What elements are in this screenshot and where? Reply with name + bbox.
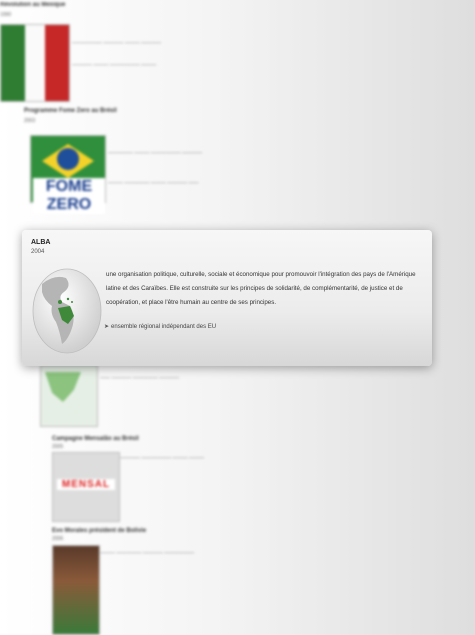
globe-icon (32, 268, 102, 354)
bg-entry-year: 2006 (52, 536, 64, 542)
mensal-banner-text: MENSAL (57, 479, 115, 490)
mexico-flag-thumbnail[interactable] (0, 24, 70, 102)
bg-entry-heading: Campagne Mensalão au Brésil (52, 436, 139, 442)
bg-text-lines: ———— ——— —————— ——— (72, 62, 157, 68)
bg-text-lines: ——— ————— ——— ———— —— (108, 180, 199, 186)
morales-photo-thumbnail[interactable] (52, 545, 100, 635)
bg-text-lines: ———— —————— ——— ——— (120, 455, 205, 461)
bg-text-lines: —— ———— ————— ———— (100, 375, 180, 381)
arrow-right-icon: ➤ (104, 324, 110, 330)
region-map-thumbnail[interactable] (40, 365, 98, 427)
bg-text-lines: ——— ————— ———— —————— (100, 550, 195, 556)
bg-text-lines: ————— ——— —————— ———— (108, 150, 203, 156)
mensalao-thumbnail[interactable]: MENSAL (52, 452, 120, 522)
bg-entry-heading: Révolution au Mexique (0, 2, 66, 8)
globe-map-image (32, 266, 102, 354)
event-description: une organisation politique, culturelle, … (106, 271, 416, 306)
related-link[interactable]: ➤ ensemble régional indépendant des EU (104, 323, 216, 330)
map-land-shape (45, 372, 81, 402)
related-link-label: ensemble régional indépendant des EU (111, 324, 217, 330)
brazil-flag-globe (57, 148, 79, 170)
event-year: 2004 (31, 249, 45, 255)
bg-entry-heading: Evo Morales président de Bolivie (52, 528, 147, 534)
bg-text-lines: —————— ———— ——— ———— (72, 40, 162, 46)
bg-entry-heading: Programme Fome Zero au Brésil (24, 108, 117, 114)
timeline-event-card[interactable]: ALBA 2004 une organisation politique, cu… (22, 230, 432, 366)
bg-entry-year: 2003 (24, 118, 36, 124)
event-title: ALBA (31, 239, 51, 246)
bg-entry-year: 2005 (52, 444, 64, 450)
fome-zero-logo-text: FOME ZERO (33, 178, 105, 214)
bg-entry-year: 1990 (0, 12, 12, 18)
fome-zero-logo-thumbnail[interactable]: FOME ZERO (30, 135, 106, 214)
